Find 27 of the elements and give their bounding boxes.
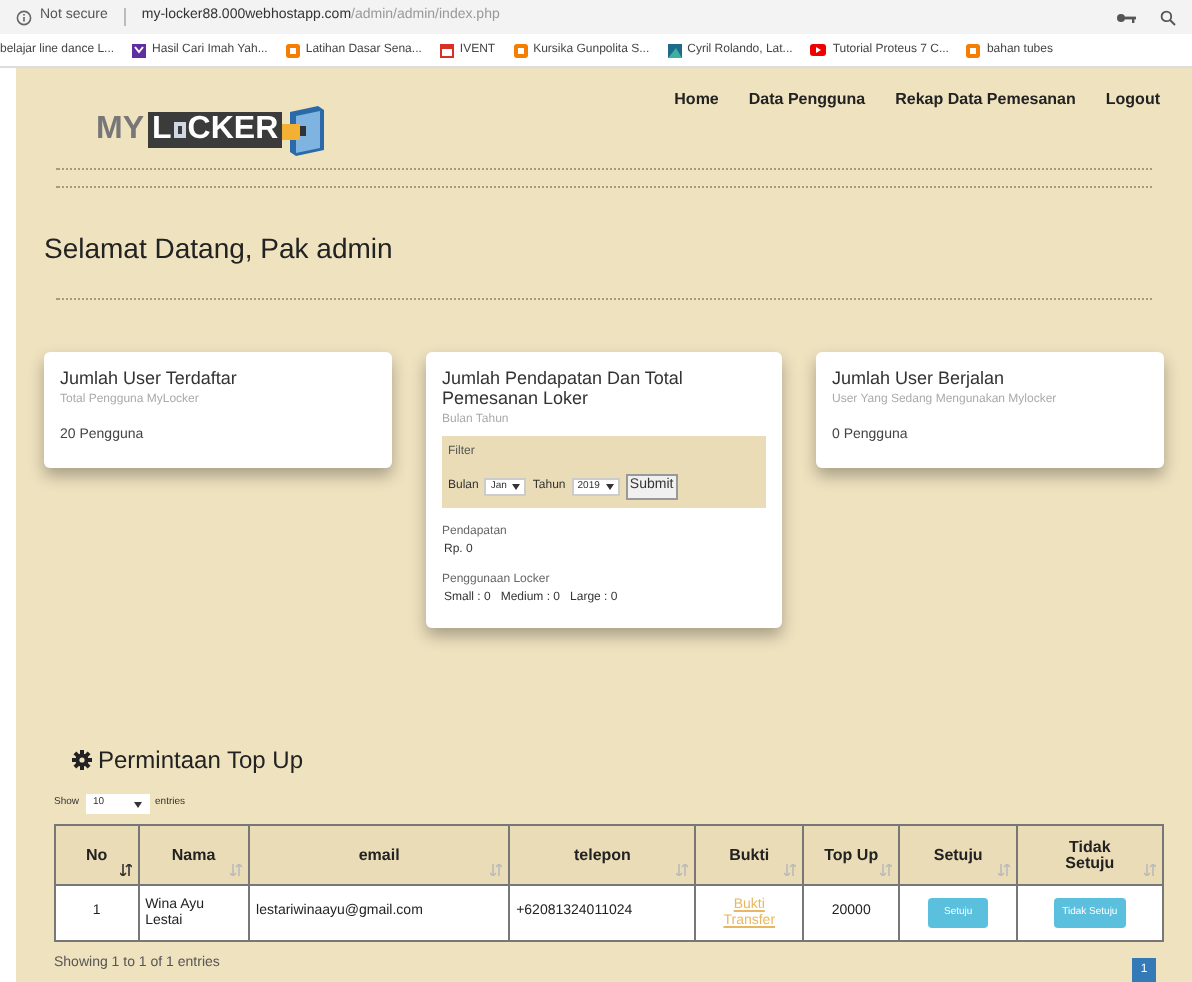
calendar-icon (439, 43, 454, 57)
card-title: Jumlah Pendapatan Dan Total Pemesanan Loker (442, 368, 685, 408)
welcome-heading: Selamat Datang, Pak admin (44, 230, 395, 268)
info-icon[interactable] (16, 9, 32, 25)
column-header[interactable]: email (249, 825, 510, 885)
bookmark-icon (966, 43, 981, 57)
caret-icon (512, 483, 521, 490)
card-title: Jumlah User Berjalan (832, 368, 1007, 388)
bookmark-icon (513, 43, 528, 57)
caret-icon (605, 483, 614, 490)
zoom-icon[interactable] (1160, 9, 1176, 25)
card-title: Jumlah User Terdaftar (60, 368, 239, 388)
section-heading: Permintaan Top Up (98, 744, 304, 778)
site-logo[interactable]: MY L CKER (96, 104, 327, 156)
nav-link[interactable]: Home (674, 88, 719, 112)
nav-link[interactable]: Rekap Data Pemesanan (895, 88, 1076, 112)
bookmark-icon (132, 43, 147, 57)
column-header[interactable]: No (55, 825, 139, 885)
caret-icon (133, 801, 142, 807)
key-icon[interactable] (1116, 11, 1136, 23)
sort-icon[interactable] (119, 864, 132, 876)
bookmark-icon (285, 43, 300, 57)
nav-link[interactable]: Logout (1105, 88, 1160, 112)
play-icon (810, 44, 827, 56)
bookmark-icon (667, 43, 682, 57)
gear-icon (72, 750, 92, 770)
nav-link[interactable]: Data Pengguna (748, 88, 866, 112)
